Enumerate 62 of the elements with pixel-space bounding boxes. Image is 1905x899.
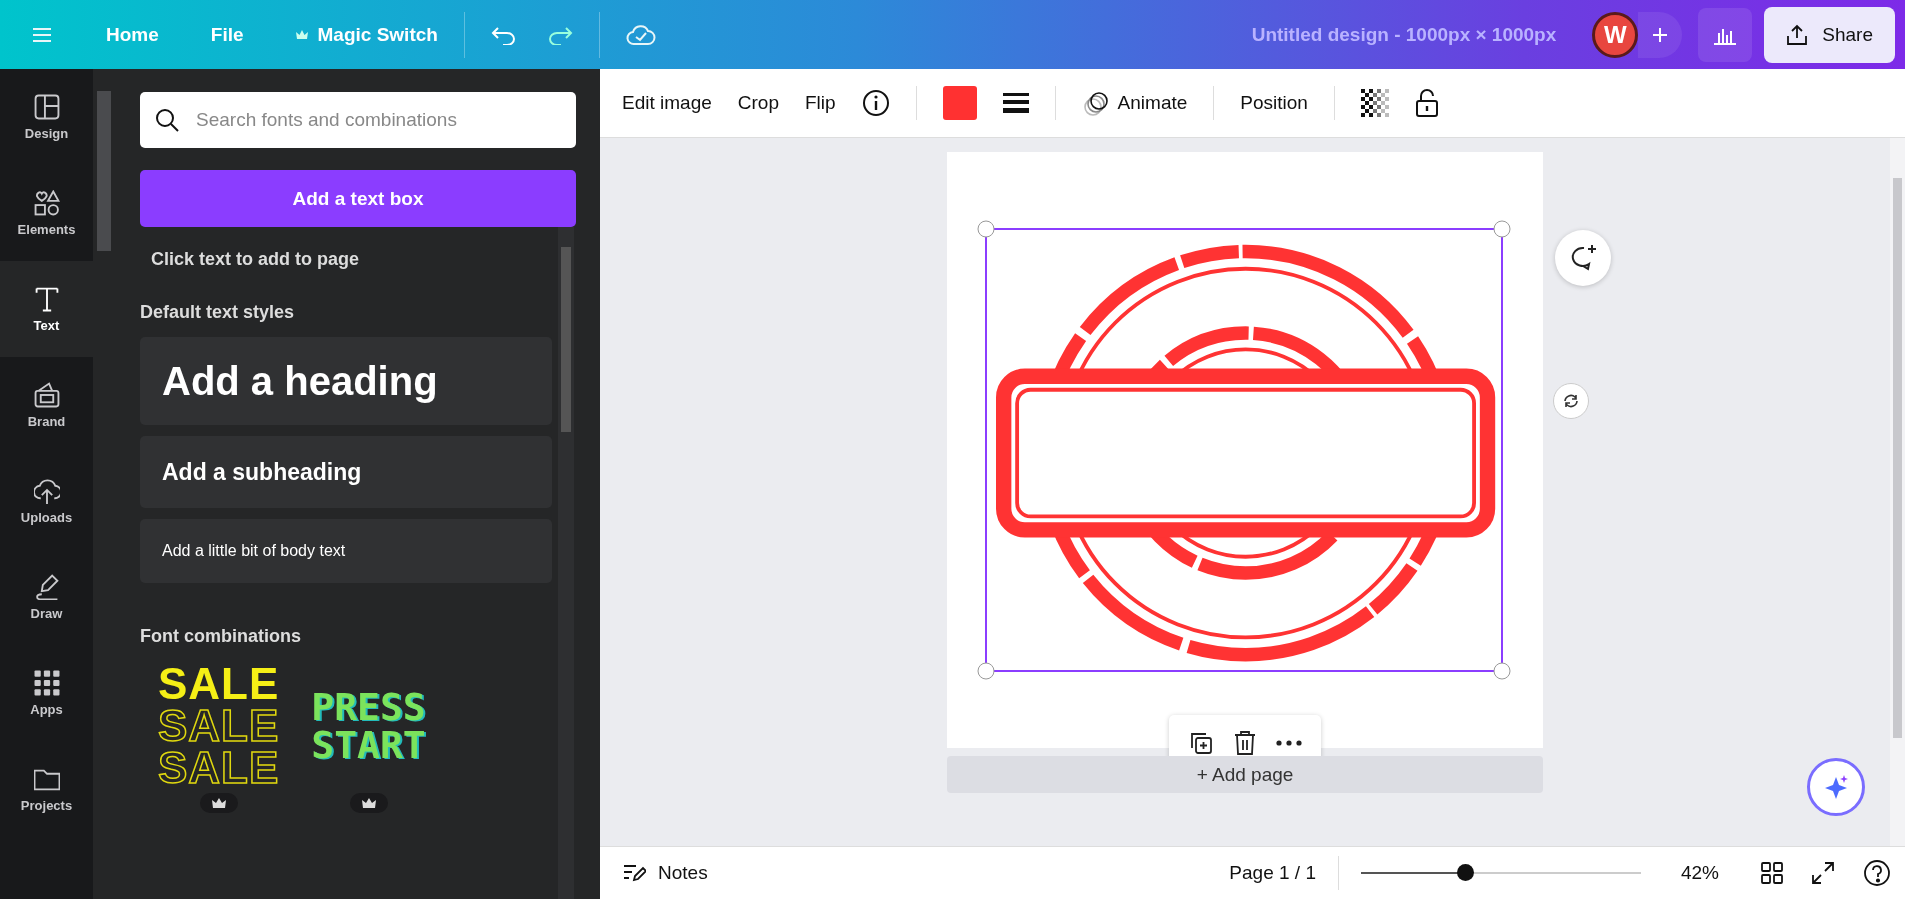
- elements-icon: [33, 189, 60, 216]
- delete-icon[interactable]: [1233, 730, 1257, 756]
- rotate-icon: [1562, 392, 1580, 410]
- notes-button[interactable]: Notes: [622, 862, 708, 884]
- add-comment-button[interactable]: [1555, 230, 1611, 286]
- share-button[interactable]: Share: [1764, 6, 1895, 63]
- insights-button[interactable]: [1698, 7, 1753, 62]
- search-field[interactable]: Search fonts and combinations: [140, 92, 576, 148]
- slider-thumb[interactable]: [1456, 864, 1474, 881]
- resize-handle[interactable]: [977, 662, 995, 680]
- scrollbar-thumb[interactable]: [561, 247, 571, 432]
- draw-icon: [33, 573, 60, 600]
- add-people-button[interactable]: [1638, 11, 1683, 58]
- more-icon[interactable]: [1275, 740, 1302, 746]
- text-style-item[interactable]: Add a heading: [140, 337, 552, 425]
- section-heading: Default text styles: [140, 302, 296, 323]
- text-style-item[interactable]: Add a subheading: [140, 436, 552, 508]
- crop-button[interactable]: Crop: [737, 92, 779, 114]
- magic-assistant-button[interactable]: [1807, 758, 1865, 816]
- design-icon: [33, 93, 60, 120]
- flip-button[interactable]: Flip: [804, 92, 836, 114]
- crown-icon: [295, 29, 308, 40]
- notes-icon: [622, 863, 646, 883]
- color-swatch[interactable]: [942, 86, 977, 120]
- circles-icon: [1081, 89, 1110, 117]
- redo-icon[interactable]: [546, 24, 573, 45]
- scrollbar-thumb[interactable]: [1893, 178, 1902, 738]
- grid-view-icon[interactable]: [1761, 862, 1783, 884]
- section-heading: Font combinations: [140, 626, 302, 647]
- animate-button[interactable]: Animate: [1081, 89, 1188, 117]
- brand-icon: [33, 381, 60, 408]
- lock-icon[interactable]: [1414, 89, 1439, 117]
- resize-handle[interactable]: [977, 220, 995, 238]
- fullscreen-icon[interactable]: [1811, 861, 1835, 885]
- line-weight-icon[interactable]: [1002, 92, 1029, 114]
- resize-handle[interactable]: [1493, 662, 1511, 680]
- user-avatar[interactable]: W: [1592, 11, 1639, 58]
- undo-icon[interactable]: [490, 24, 517, 45]
- add-page-button[interactable]: + Add page: [947, 756, 1543, 793]
- add-text-box-button[interactable]: Add a text box: [140, 170, 576, 227]
- apps-icon: [33, 669, 60, 696]
- info-icon[interactable]: [861, 89, 890, 117]
- transparency-icon[interactable]: [1360, 89, 1389, 117]
- hint-text: Click text to add to page: [151, 249, 361, 270]
- zoom-percentage[interactable]: 42%: [1680, 862, 1719, 884]
- duplicate-icon[interactable]: [1188, 730, 1215, 756]
- upload-icon: [1786, 23, 1809, 46]
- font-combination[interactable]: PRESS START: [311, 671, 426, 781]
- edit-image-button[interactable]: Edit image: [622, 92, 712, 114]
- sidebar-item[interactable]: Text: [0, 261, 93, 357]
- zoom-slider[interactable]: [1360, 864, 1641, 882]
- page-indicator[interactable]: Page 1 / 1: [1229, 862, 1316, 884]
- resize-handle[interactable]: [1493, 220, 1511, 238]
- uploads-icon: [33, 477, 60, 504]
- scrollbar-thumb[interactable]: [97, 91, 111, 251]
- plus-icon: [1652, 26, 1669, 43]
- text-style-item[interactable]: Add a little bit of body text: [140, 519, 552, 583]
- position-button[interactable]: Position: [1240, 92, 1308, 114]
- help-icon[interactable]: [1863, 859, 1891, 887]
- rotate-button[interactable]: [1553, 383, 1589, 419]
- cloud-check-icon[interactable]: [625, 23, 656, 46]
- text-icon: [33, 285, 60, 312]
